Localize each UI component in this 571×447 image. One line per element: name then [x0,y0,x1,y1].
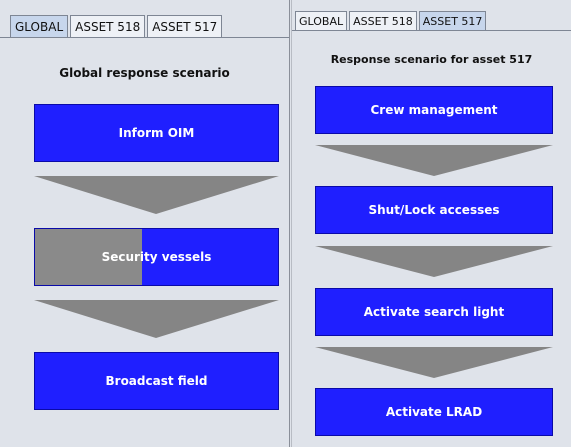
tab-asset-517[interactable]: ASSET 517 [418,11,487,30]
tab-divider [292,30,571,31]
flow-arrow-down-icon [34,300,279,338]
tab-global[interactable]: GLOBAL [295,11,348,30]
flow-arrow-down-icon [315,347,553,378]
button-label: Crew management [370,103,498,117]
security-vessels-button[interactable]: Security vessels [34,228,279,286]
tab-asset-517[interactable]: ASSET 517 [147,15,223,37]
tab-divider [0,37,289,38]
left-tab-bar: GLOBAL ASSET 518 ASSET 517 [10,15,224,37]
crew-management-button[interactable]: Crew management [315,86,553,134]
flow-arrow-down-icon [315,246,553,277]
button-label: Shut/Lock accesses [368,203,500,217]
global-scenario-panel: GLOBAL ASSET 518 ASSET 517 Global respon… [0,0,290,447]
asset-517-scenario-panel: GLOBAL ASSET 518 ASSET 517 Response scen… [291,0,571,447]
tab-asset-518[interactable]: ASSET 518 [70,15,146,37]
button-label: Activate LRAD [385,405,483,419]
flow-arrow-down-icon [34,176,279,214]
button-label: Activate search light [363,305,505,319]
tab-asset-518[interactable]: ASSET 518 [349,11,417,30]
flow-arrow-down-icon [315,145,553,176]
activate-search-light-button[interactable]: Activate search light [315,288,553,336]
activate-lrad-button[interactable]: Activate LRAD [315,388,553,436]
right-tab-bar: GLOBAL ASSET 518 ASSET 517 [295,11,488,30]
button-label: Inform OIM [118,126,195,140]
button-label: Broadcast field [105,374,208,388]
inform-oim-button[interactable]: Inform OIM [34,104,279,162]
shut-lock-accesses-button[interactable]: Shut/Lock accesses [315,186,553,234]
panel-title: Response scenario for asset 517 [330,53,533,66]
button-label: Security vessels [101,250,212,264]
panel-title: Global response scenario [59,66,230,80]
broadcast-field-button[interactable]: Broadcast field [34,352,279,410]
tab-global[interactable]: GLOBAL [10,15,69,37]
